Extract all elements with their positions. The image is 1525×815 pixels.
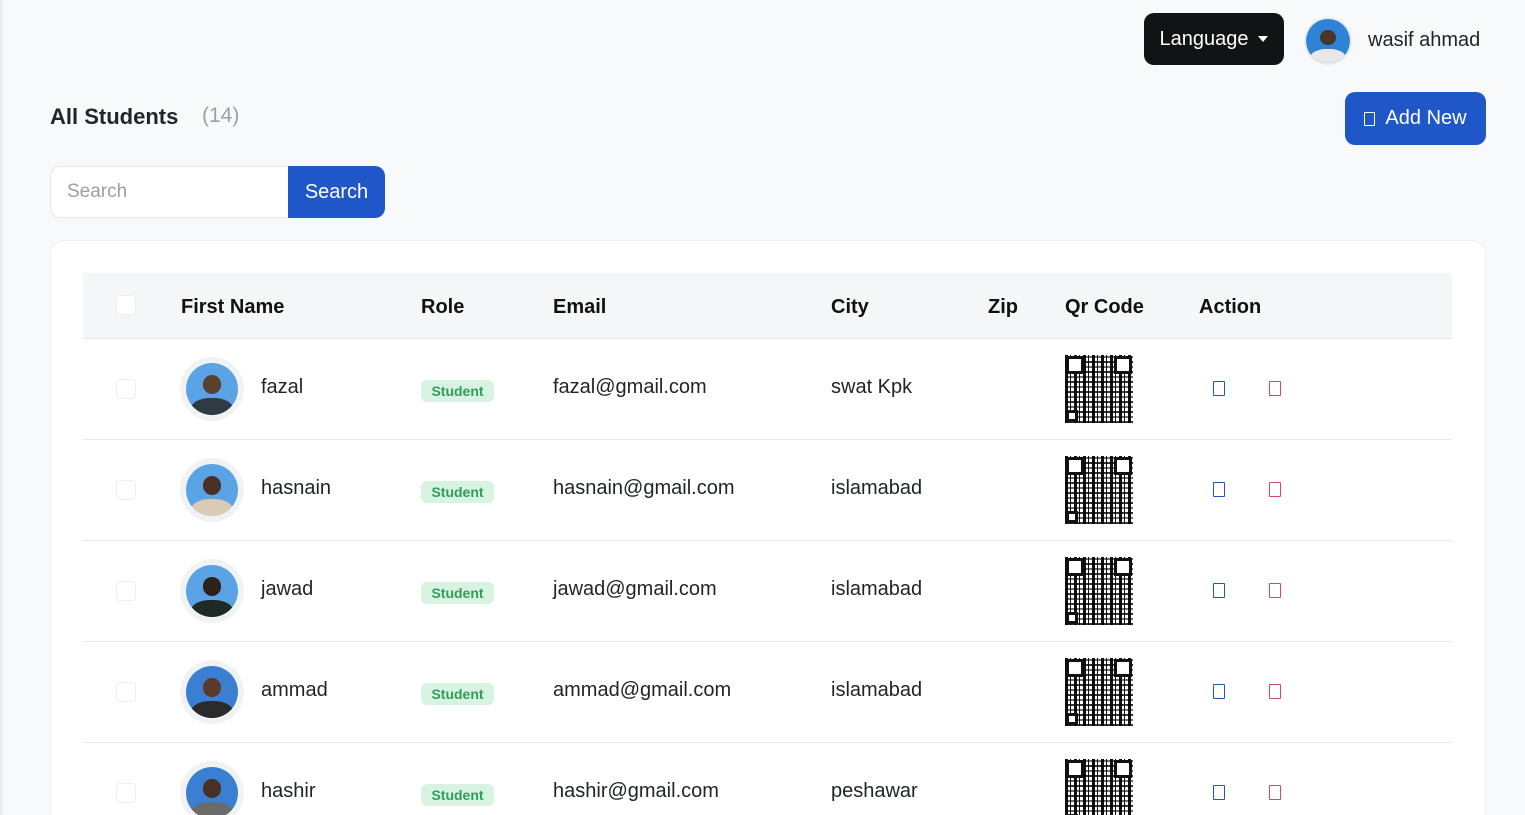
- avatar: [180, 559, 244, 623]
- column-header-city[interactable]: City: [831, 296, 869, 319]
- column-header-role[interactable]: Role: [421, 296, 464, 319]
- city-cell: swat Kpk: [831, 376, 913, 398]
- first-name-cell: fazal: [261, 376, 304, 398]
- city-cell: islamabad: [831, 477, 923, 499]
- role-badge: Student: [421, 683, 494, 705]
- role-badge: Student: [421, 380, 494, 402]
- email-cell: hasnain@gmail.com: [553, 477, 735, 499]
- qr-code-image: [1065, 759, 1133, 815]
- column-header-email[interactable]: Email: [553, 296, 606, 319]
- table-row: jawad Student jawad@gmail.com islamabad: [83, 541, 1452, 642]
- role-badge: Student: [421, 784, 494, 806]
- delete-icon[interactable]: [1269, 583, 1281, 598]
- table-row: ammad Student ammad@gmail.com islamabad: [83, 642, 1452, 743]
- row-checkbox[interactable]: [116, 581, 136, 601]
- delete-icon[interactable]: [1269, 381, 1281, 396]
- email-cell: hashir@gmail.com: [553, 780, 719, 802]
- language-dropdown-button[interactable]: Language: [1144, 13, 1284, 65]
- city-cell: peshawar: [831, 780, 918, 802]
- delete-icon[interactable]: [1269, 482, 1281, 497]
- role-badge: Student: [421, 582, 494, 604]
- first-name-cell: hasnain: [261, 477, 332, 499]
- row-checkbox[interactable]: [116, 379, 136, 399]
- avatar: [180, 357, 244, 421]
- qr-code-image: [1065, 557, 1133, 625]
- first-name-cell: ammad: [261, 679, 328, 701]
- row-checkbox[interactable]: [116, 682, 136, 702]
- email-cell: ammad@gmail.com: [553, 679, 732, 701]
- first-name-cell: hashir: [261, 780, 316, 802]
- row-checkbox[interactable]: [116, 480, 136, 500]
- table-row: fazal Student fazal@gmail.com swat Kpk: [83, 339, 1452, 440]
- qr-code-image: [1065, 355, 1133, 423]
- edit-icon[interactable]: [1213, 583, 1225, 598]
- column-header-action: Action: [1199, 296, 1262, 318]
- search-button[interactable]: Search: [288, 166, 385, 218]
- edit-icon[interactable]: [1213, 684, 1225, 699]
- select-all-checkbox[interactable]: [116, 295, 136, 315]
- avatar: [180, 761, 244, 815]
- table-row: hashir Student hashir@gmail.com peshawar: [83, 743, 1452, 815]
- language-label: Language: [1159, 27, 1249, 50]
- column-header-zip[interactable]: Zip: [988, 296, 1018, 319]
- chevron-down-icon: [1258, 36, 1269, 42]
- avatar: [180, 458, 244, 522]
- delete-icon[interactable]: [1269, 785, 1281, 800]
- column-header-qr-code[interactable]: Qr Code: [1065, 296, 1144, 319]
- search-input[interactable]: [50, 166, 290, 218]
- user-name[interactable]: wasif ahmad: [1368, 29, 1480, 52]
- table-row: hasnain Student hasnain@gmail.com islama…: [83, 440, 1452, 541]
- row-checkbox[interactable]: [116, 783, 136, 803]
- avatar: [180, 660, 244, 724]
- edit-icon[interactable]: [1213, 381, 1225, 396]
- user-avatar[interactable]: [1304, 17, 1352, 65]
- city-cell: islamabad: [831, 578, 923, 600]
- role-badge: Student: [421, 481, 494, 503]
- page-left-border: [0, 0, 3, 815]
- table-header: First Name Role Email City Zip Qr Code A…: [83, 273, 1452, 339]
- delete-icon[interactable]: [1269, 684, 1281, 699]
- add-new-label: Add New: [1385, 107, 1467, 129]
- edit-icon[interactable]: [1213, 785, 1225, 800]
- city-cell: islamabad: [831, 679, 923, 701]
- email-cell: fazal@gmail.com: [553, 376, 707, 398]
- first-name-cell: jawad: [261, 578, 314, 600]
- student-count: (14): [202, 104, 240, 127]
- page-title: All Students: [50, 104, 179, 129]
- edit-icon[interactable]: [1213, 482, 1225, 497]
- plus-icon: [1364, 111, 1376, 126]
- add-new-button[interactable]: Add New: [1345, 92, 1486, 145]
- qr-code-image: [1065, 658, 1133, 726]
- qr-code-image: [1065, 456, 1133, 524]
- email-cell: jawad@gmail.com: [553, 578, 717, 600]
- column-header-first-name[interactable]: First Name: [181, 296, 284, 319]
